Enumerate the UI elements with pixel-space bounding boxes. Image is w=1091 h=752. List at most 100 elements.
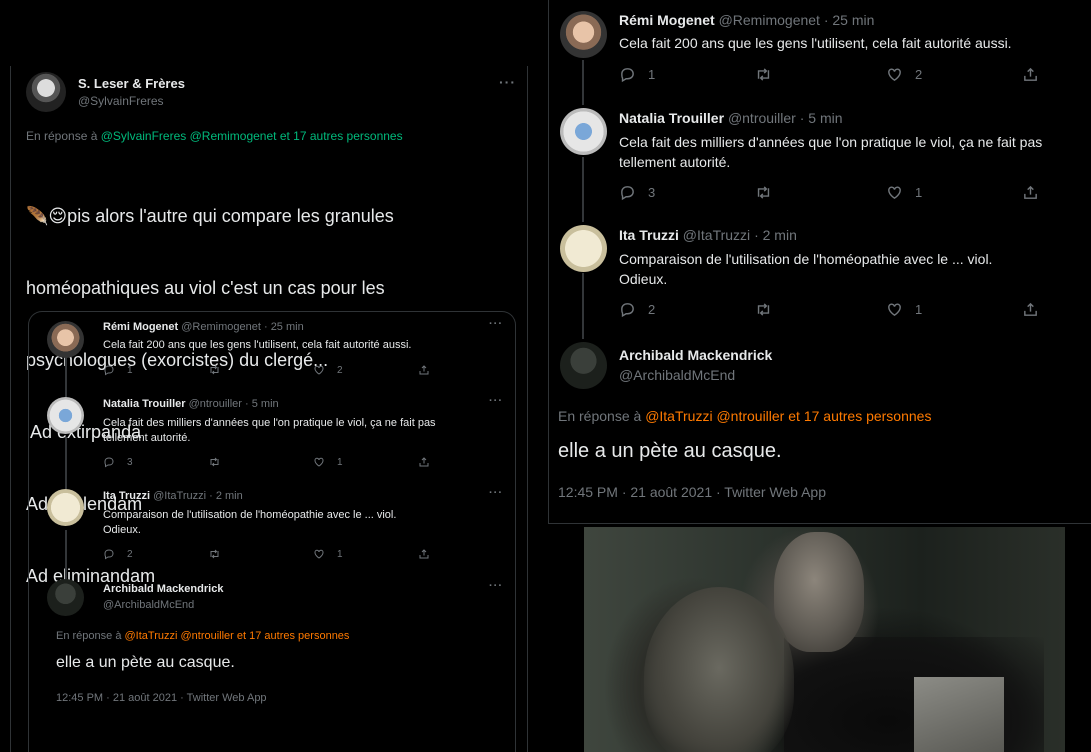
user-handle[interactable]: @ntrouiller	[189, 398, 242, 410]
retweet-icon	[757, 186, 770, 199]
timestamp[interactable]: · 25 min	[264, 321, 304, 333]
user-handle[interactable]: @Remimogenet	[181, 321, 261, 333]
share-button[interactable]	[418, 456, 430, 468]
user-name[interactable]: Archibald Mackendrick	[619, 347, 772, 363]
share-button[interactable]	[418, 548, 430, 560]
author-handle[interactable]: @SylvainFreres	[78, 94, 164, 108]
retweet-icon	[757, 303, 770, 316]
right-thread-panel: Rémi Mogenet @Remimogenet · 25 min Cela …	[548, 0, 1091, 524]
like-count: 2	[915, 67, 923, 82]
reply-icon	[104, 549, 114, 560]
reply-mentions[interactable]: @SylvainFreres @Remimogenet	[101, 129, 277, 143]
reply-mentions[interactable]: @ItaTruzzi @ntrouiller	[125, 630, 234, 642]
thread-line	[582, 157, 584, 222]
reply-button[interactable]: 1	[619, 66, 754, 83]
user-name[interactable]: Rémi Mogenet	[103, 321, 178, 333]
reply-others[interactable]: et 17 autres personnes	[788, 408, 931, 424]
ita-avatar[interactable]	[47, 489, 84, 526]
like-button[interactable]: 1	[886, 301, 1022, 318]
user-handle[interactable]: @ntrouiller	[728, 110, 796, 126]
reply-others[interactable]: et 17 autres personnes	[237, 630, 350, 642]
heart-icon	[888, 68, 901, 82]
retweet-button[interactable]	[754, 184, 886, 201]
user-handle[interactable]: @ArchibaldMcEnd	[103, 599, 194, 611]
reply-count: 3	[127, 456, 133, 468]
user-handle[interactable]: @Remimogenet	[719, 12, 820, 28]
like-button[interactable]: 2	[313, 364, 418, 376]
action-bar: 3 1	[103, 456, 443, 468]
share-button[interactable]	[418, 364, 430, 376]
share-button[interactable]	[1022, 184, 1039, 201]
like-count: 1	[915, 185, 923, 200]
timestamp[interactable]: · 2 min	[754, 227, 797, 243]
archibald-avatar[interactable]	[560, 342, 607, 389]
more-icon[interactable]: ···	[499, 74, 516, 90]
user-name[interactable]: Rémi Mogenet	[619, 12, 715, 28]
user-name[interactable]: Ita Truzzi	[103, 490, 150, 502]
more-icon[interactable]: ···	[489, 487, 503, 499]
thread-line	[65, 530, 67, 580]
remi-avatar[interactable]	[47, 321, 84, 358]
reply-count: 1	[127, 364, 133, 376]
retweet-button[interactable]	[208, 548, 313, 560]
tweet-meta[interactable]: 12:45 PM · 21 août 2021 · Twitter Web Ap…	[558, 484, 826, 500]
sylvain-avatar[interactable]	[26, 72, 66, 112]
reply-button[interactable]: 3	[619, 184, 754, 201]
reply-others[interactable]: et 17 autres personnes	[280, 129, 403, 143]
reply-button[interactable]: 2	[619, 301, 754, 318]
timestamp[interactable]: · 2 min	[209, 490, 243, 502]
natalia-avatar[interactable]	[47, 397, 84, 434]
heart-icon	[314, 457, 324, 467]
reply-mentions[interactable]: @ItaTruzzi @ntrouiller	[645, 408, 784, 424]
reply-icon	[621, 68, 634, 83]
user-name[interactable]: Natalia Trouiller	[619, 110, 724, 126]
retweet-button[interactable]	[208, 364, 313, 376]
reply-button[interactable]: 3	[103, 456, 208, 468]
timestamp[interactable]: · 5 min	[800, 110, 843, 126]
tweet-text: Cela fait 200 ans que les gens l'utilise…	[619, 35, 1012, 51]
user-name[interactable]: Ita Truzzi	[619, 227, 679, 243]
share-icon	[419, 549, 429, 559]
tweet-line: Comparaison de l'utilisation de l'homéop…	[103, 509, 397, 521]
tweet-header: Rémi Mogenet @Remimogenet · 25 min	[103, 321, 304, 333]
ita-avatar[interactable]	[560, 225, 607, 272]
action-bar: 2 1	[103, 548, 443, 560]
natalia-avatar[interactable]	[560, 108, 607, 155]
retweet-icon	[210, 549, 219, 559]
author-name[interactable]: S. Leser & Frères	[78, 76, 185, 91]
more-icon[interactable]: ···	[489, 395, 503, 407]
share-button[interactable]	[1022, 66, 1039, 83]
more-icon[interactable]: ···	[489, 318, 503, 330]
embedded-thread-screenshot[interactable]: Rémi Mogenet @Remimogenet · 25 min ··· C…	[28, 311, 516, 752]
tweet-meta[interactable]: 12:45 PM · 21 août 2021 · Twitter Web Ap…	[56, 692, 267, 704]
more-icon[interactable]: ···	[489, 580, 503, 592]
reply-prefix: En réponse à	[558, 408, 642, 424]
reply-prefix: En réponse à	[56, 630, 122, 642]
share-button[interactable]	[1022, 301, 1039, 318]
retweet-button[interactable]	[208, 456, 313, 468]
reply-button[interactable]: 2	[103, 548, 208, 560]
retweet-button[interactable]	[754, 66, 886, 83]
reply-button[interactable]: 1	[103, 364, 208, 376]
user-handle[interactable]: @ArchibaldMcEnd	[619, 367, 735, 383]
retweet-button[interactable]	[754, 301, 886, 318]
timestamp[interactable]: · 25 min	[824, 12, 875, 28]
archibald-avatar[interactable]	[47, 579, 84, 616]
timestamp[interactable]: · 5 min	[245, 398, 279, 410]
user-name[interactable]: Archibald Mackendrick	[103, 583, 223, 595]
reply-count: 3	[648, 185, 656, 200]
user-name[interactable]: Natalia Trouiller	[103, 398, 186, 410]
retweet-icon	[757, 68, 770, 81]
hand-shape	[644, 587, 794, 752]
remi-avatar[interactable]	[560, 11, 607, 58]
user-handle[interactable]: @ItaTruzzi	[153, 490, 206, 502]
tweet-text: Cela fait 200 ans que les gens l'utilise…	[103, 339, 412, 351]
heart-icon	[888, 186, 901, 200]
share-icon	[1024, 185, 1037, 199]
like-button[interactable]: 1	[313, 548, 418, 560]
user-handle[interactable]: @ItaTruzzi	[683, 227, 750, 243]
like-button[interactable]: 1	[886, 184, 1022, 201]
like-button[interactable]: 2	[886, 66, 1022, 83]
like-button[interactable]: 1	[313, 456, 418, 468]
like-count: 2	[337, 364, 343, 376]
